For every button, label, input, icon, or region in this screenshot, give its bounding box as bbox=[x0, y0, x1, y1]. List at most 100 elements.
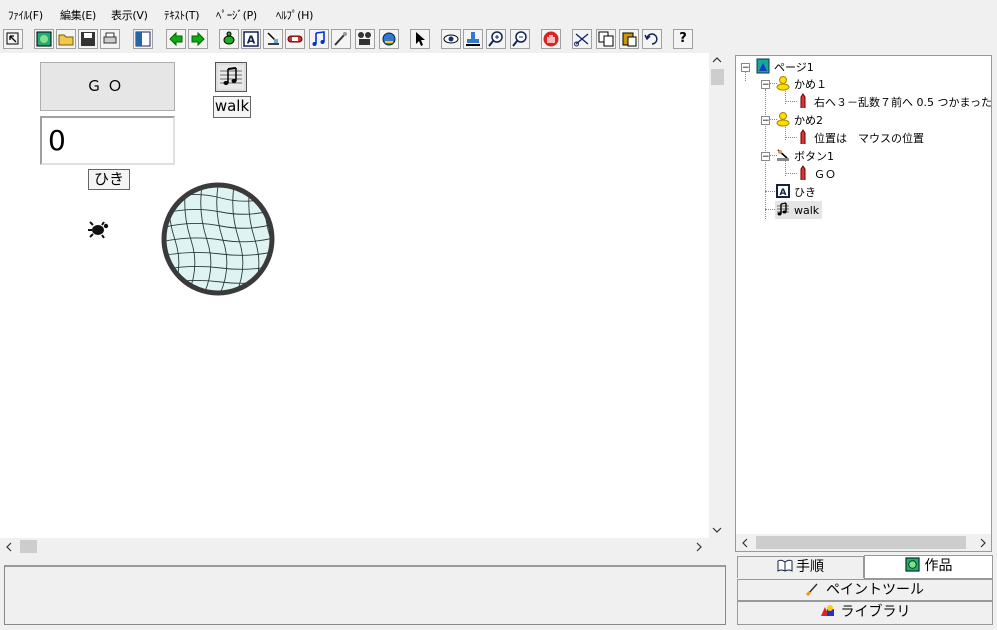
turtle1-expander[interactable]: − bbox=[761, 80, 770, 90]
tree-label-turtle2: かめ2 bbox=[794, 114, 823, 127]
stop-hand-icon[interactable] bbox=[541, 29, 561, 49]
paste-icon[interactable] bbox=[619, 29, 639, 49]
tree-item-page[interactable]: ページ1 bbox=[755, 58, 814, 76]
tab-procedure-label: 手順 bbox=[796, 559, 824, 575]
works-icon bbox=[904, 557, 920, 572]
tree-hscroll-thumb[interactable] bbox=[756, 536, 966, 549]
script-icon bbox=[800, 93, 806, 108]
canvas-vertical-scrollbar[interactable] bbox=[709, 53, 726, 538]
menu-help[interactable]: ﾍﾙﾌﾟ(H) bbox=[276, 7, 313, 23]
music-tool-icon[interactable] bbox=[309, 29, 329, 49]
tab-works[interactable]: 作品 bbox=[864, 555, 993, 579]
button-expander[interactable]: − bbox=[761, 152, 770, 162]
new-page-icon[interactable] bbox=[34, 29, 54, 49]
tree-label-button-script: ＧＯ bbox=[814, 168, 836, 181]
prev-page-icon[interactable] bbox=[166, 29, 186, 49]
tree-label-page: ページ1 bbox=[774, 61, 814, 74]
tree-item-turtle1[interactable]: かめ１ bbox=[775, 75, 827, 93]
tree-item-turtle2-script[interactable]: 位置は マウスの位置 bbox=[795, 129, 924, 147]
turtle-tool-icon[interactable] bbox=[219, 29, 239, 49]
menu-view[interactable]: 表示(V) bbox=[111, 7, 148, 23]
text-tool-icon[interactable]: A bbox=[241, 29, 261, 49]
menu-bar: ﾌｧｲﾙ(F) 編集(E) 表示(V) ﾃｷｽﾄ(T) ﾍﾟｰｼﾞ(P) ﾍﾙﾌ… bbox=[0, 0, 997, 28]
tab-paint-tool[interactable]: ペイントツール bbox=[737, 579, 993, 601]
canvas-hscroll-thumb[interactable] bbox=[20, 540, 37, 553]
save-icon[interactable] bbox=[78, 29, 98, 49]
tab-works-label: 作品 bbox=[924, 558, 953, 574]
music-note-icon bbox=[218, 65, 244, 89]
turtle2-expander[interactable]: − bbox=[761, 116, 770, 126]
tree-item-button[interactable]: ボタン1 bbox=[775, 147, 834, 165]
menu-file[interactable]: ﾌｧｲﾙ(F) bbox=[8, 7, 43, 23]
brush-icon bbox=[805, 583, 818, 597]
scroll-right-icon[interactable] bbox=[694, 541, 704, 555]
book-icon bbox=[777, 559, 793, 572]
zoom-out-icon[interactable] bbox=[510, 29, 530, 49]
text-object-icon: A bbox=[776, 184, 790, 198]
pointer-icon[interactable] bbox=[410, 29, 430, 49]
paint-tool-icon[interactable] bbox=[331, 29, 351, 49]
canvas-vscroll-thumb[interactable] bbox=[711, 69, 724, 85]
tab-procedure[interactable]: 手順 bbox=[737, 556, 864, 578]
message-area bbox=[4, 565, 726, 625]
svg-text:A: A bbox=[780, 188, 787, 198]
stamp-icon[interactable] bbox=[463, 29, 483, 49]
stage-canvas[interactable]: ＧＯ 0 ひき walk bbox=[0, 53, 709, 538]
count-label: ひき bbox=[88, 169, 130, 190]
script-icon bbox=[800, 129, 806, 144]
scroll-up-icon[interactable] bbox=[712, 55, 722, 68]
svg-text:A: A bbox=[247, 34, 256, 47]
net-icon bbox=[161, 182, 275, 296]
movie-tool-icon[interactable] bbox=[355, 29, 375, 49]
help-button[interactable]: ? bbox=[673, 29, 693, 49]
tree-horizontal-scrollbar[interactable] bbox=[736, 534, 991, 551]
web-tool-icon[interactable] bbox=[379, 29, 399, 49]
tree-scroll-right-icon[interactable] bbox=[978, 537, 988, 551]
undo-icon[interactable] bbox=[642, 29, 662, 49]
tree-label-text: ひき bbox=[794, 186, 816, 199]
zoom-in-icon[interactable] bbox=[486, 29, 506, 49]
page-expander[interactable]: − bbox=[741, 63, 750, 73]
count-display: 0 bbox=[40, 116, 175, 165]
tab-library-label: ライブラリ bbox=[840, 604, 911, 620]
tree-item-button-script[interactable]: ＧＯ bbox=[795, 165, 836, 183]
turtle-character-icon bbox=[776, 76, 790, 91]
cut-icon[interactable] bbox=[572, 29, 592, 49]
sound-object[interactable] bbox=[215, 62, 247, 92]
select-mode-icon[interactable] bbox=[3, 29, 23, 49]
tree-label-turtle1: かめ１ bbox=[794, 78, 827, 91]
object-tree-panel: − ページ1 − かめ１ 右へ３－乱数７前へ 0.5 つかまった − かめ2 位… bbox=[735, 55, 992, 552]
toolbar: A ? bbox=[0, 28, 997, 52]
shapes-icon bbox=[820, 605, 834, 616]
tree-label-sound: walk bbox=[794, 204, 820, 217]
menu-text[interactable]: ﾃｷｽﾄ(T) bbox=[164, 7, 200, 23]
open-folder-icon[interactable] bbox=[56, 29, 76, 49]
tree-item-sound[interactable]: walk bbox=[775, 201, 823, 219]
tree-scroll-left-icon[interactable] bbox=[740, 537, 750, 551]
page-icon bbox=[756, 58, 770, 74]
menu-page[interactable]: ﾍﾟｰｼﾞ(P) bbox=[216, 7, 257, 23]
tab-library[interactable]: ライブラリ bbox=[737, 601, 993, 625]
go-button[interactable]: ＧＯ bbox=[40, 62, 175, 111]
turtle-sprite[interactable] bbox=[87, 219, 111, 239]
next-page-icon[interactable] bbox=[188, 29, 208, 49]
scroll-down-icon[interactable] bbox=[712, 524, 722, 538]
menu-edit[interactable]: 編集(E) bbox=[60, 7, 96, 23]
layout-icon[interactable] bbox=[133, 29, 153, 49]
scroll-left-icon[interactable] bbox=[4, 541, 14, 555]
canvas-horizontal-scrollbar[interactable] bbox=[0, 538, 709, 555]
eye-icon[interactable] bbox=[441, 29, 461, 49]
button-tool-icon[interactable] bbox=[263, 29, 283, 49]
turtle-icon bbox=[88, 221, 109, 239]
net-sprite[interactable] bbox=[161, 180, 275, 298]
tree-label-turtle2-script: 位置は マウスの位置 bbox=[814, 132, 924, 145]
button-object-icon bbox=[777, 149, 789, 161]
tree-label-turtle1-script: 右へ３－乱数７前へ 0.5 つかまった bbox=[814, 96, 992, 109]
copy-icon[interactable] bbox=[596, 29, 616, 49]
tree-item-turtle2[interactable]: かめ2 bbox=[775, 111, 823, 129]
slider-tool-icon[interactable] bbox=[285, 29, 305, 49]
print-icon[interactable] bbox=[100, 29, 120, 49]
tree-item-turtle1-script[interactable]: 右へ３－乱数７前へ 0.5 つかまった bbox=[795, 93, 992, 111]
tree-item-text[interactable]: A ひき bbox=[775, 183, 816, 201]
sound-label: walk bbox=[213, 96, 251, 118]
